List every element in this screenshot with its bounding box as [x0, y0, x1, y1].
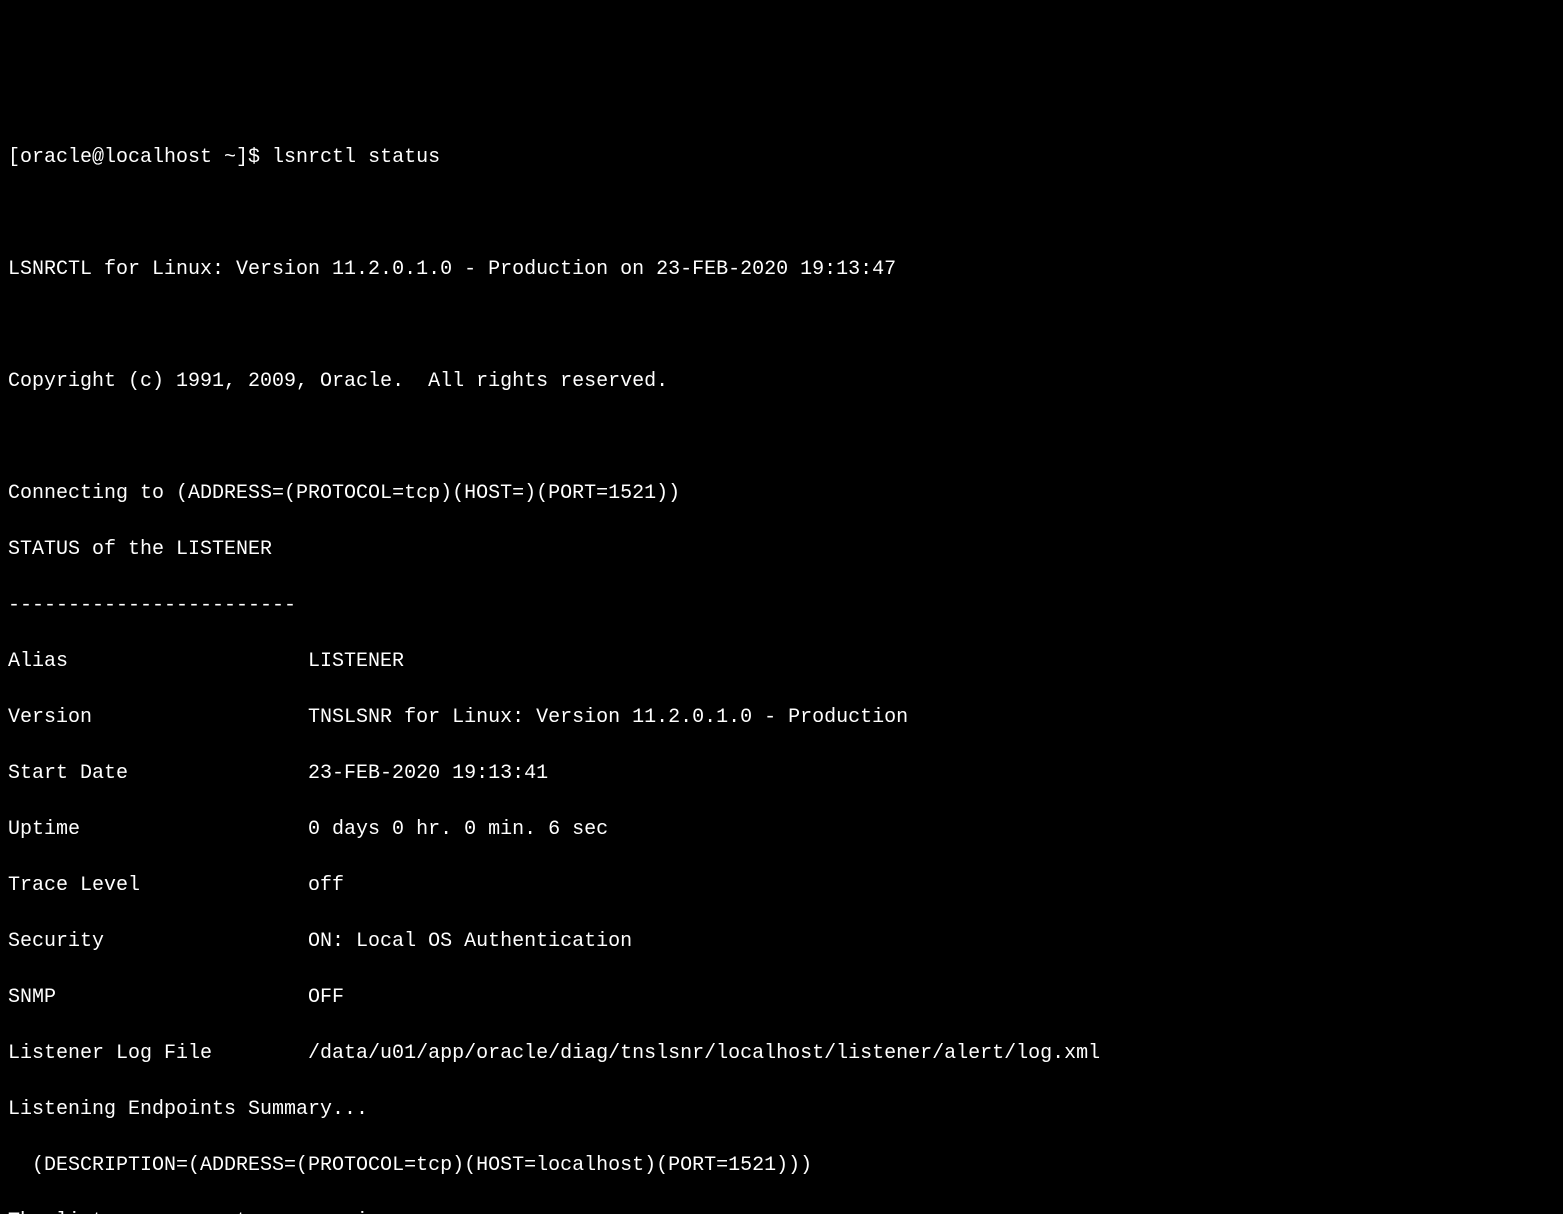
blank-line [8, 424, 1555, 452]
security-row: SecurityON: Local OS Authentication [8, 928, 1555, 956]
snmp-value: OFF [308, 986, 344, 1009]
trace-level-row: Trace Leveloff [8, 872, 1555, 900]
trace-level-label: Trace Level [8, 872, 308, 900]
version-value: TNSLSNR for Linux: Version 11.2.0.1.0 - … [308, 706, 908, 729]
no-services-line: The listener supports no services [8, 1208, 1555, 1214]
lsnrctl-header: LSNRCTL for Linux: Version 11.2.0.1.0 - … [8, 256, 1555, 284]
blank-line [8, 200, 1555, 228]
log-file-label: Listener Log File [8, 1040, 308, 1068]
version-row: VersionTNSLSNR for Linux: Version 11.2.0… [8, 704, 1555, 732]
endpoint-description: (DESCRIPTION=(ADDRESS=(PROTOCOL=tcp)(HOS… [8, 1152, 1555, 1180]
security-label: Security [8, 928, 308, 956]
snmp-row: SNMPOFF [8, 984, 1555, 1012]
log-file-value: /data/u01/app/oracle/diag/tnslsnr/localh… [308, 1042, 1100, 1065]
start-date-row: Start Date23-FEB-2020 19:13:41 [8, 760, 1555, 788]
blank-line [8, 312, 1555, 340]
uptime-value: 0 days 0 hr. 0 min. 6 sec [308, 818, 608, 841]
terminal[interactable]: [oracle@localhost ~]$ lsnrctl status LSN… [8, 116, 1555, 715]
uptime-label: Uptime [8, 816, 308, 844]
status-header: STATUS of the LISTENER [8, 536, 1555, 564]
snmp-label: SNMP [8, 984, 308, 1012]
connecting-line: Connecting to (ADDRESS=(PROTOCOL=tcp)(HO… [8, 480, 1555, 508]
alias-value: LISTENER [308, 650, 404, 673]
endpoints-summary: Listening Endpoints Summary... [8, 1096, 1555, 1124]
version-label: Version [8, 704, 308, 732]
start-date-value: 23-FEB-2020 19:13:41 [308, 762, 548, 785]
log-file-row: Listener Log File/data/u01/app/oracle/di… [8, 1040, 1555, 1068]
alias-row: AliasLISTENER [8, 648, 1555, 676]
security-value: ON: Local OS Authentication [308, 930, 632, 953]
uptime-row: Uptime0 days 0 hr. 0 min. 6 sec [8, 816, 1555, 844]
separator-line: ------------------------ [8, 592, 1555, 620]
alias-label: Alias [8, 648, 308, 676]
shell-prompt: [oracle@localhost ~]$ [8, 146, 272, 169]
start-date-label: Start Date [8, 760, 308, 788]
trace-level-value: off [308, 874, 344, 897]
command-text: lsnrctl status [272, 146, 440, 169]
prompt-line-1: [oracle@localhost ~]$ lsnrctl status [8, 144, 1555, 172]
copyright-line: Copyright (c) 1991, 2009, Oracle. All ri… [8, 368, 1555, 396]
